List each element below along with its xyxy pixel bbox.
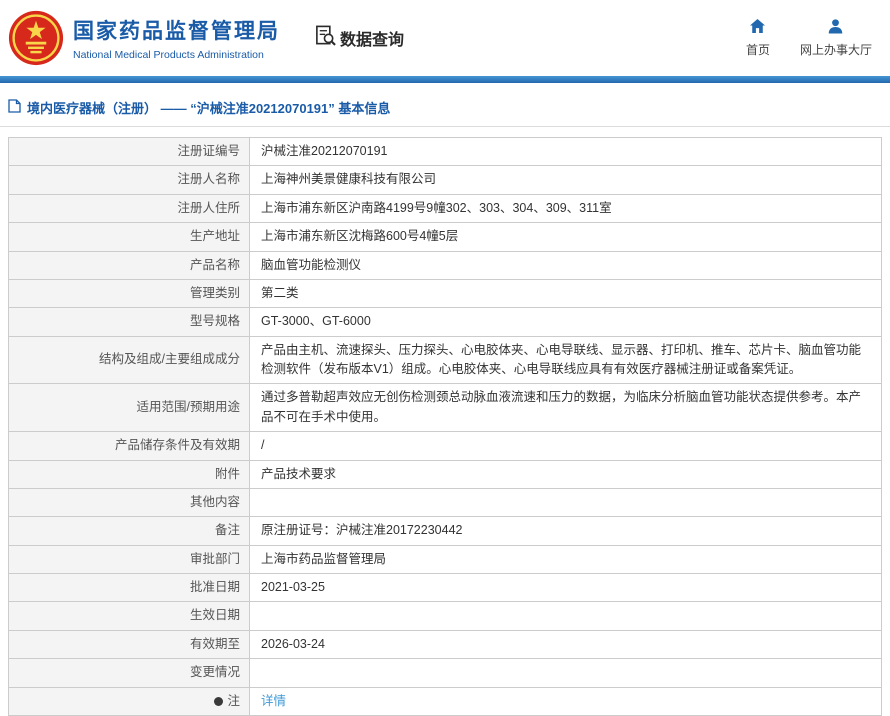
table-row: 注册人名称 上海神州美景健康科技有限公司 <box>8 165 882 195</box>
row-value: / <box>249 431 882 461</box>
table-row: 备注 原注册证号：沪械注准20172230442 <box>8 516 882 546</box>
table-row: 管理类别 第二类 <box>8 278 882 309</box>
breadcrumb-wrap: 境内医疗器械（注册） —— “沪械注准20212070191” 基本信息 <box>0 98 890 127</box>
row-value: 上海市浦东新区沪南路4199号9幢302、303、304、309、311室 <box>249 193 882 224</box>
table-row: 注册证编号 沪械注准20212070191 <box>8 136 882 167</box>
nav-home-label: 首页 <box>745 43 770 57</box>
home-icon <box>749 18 766 37</box>
row-value: 上海市药品监督管理局 <box>249 544 882 575</box>
row-value: 2021-03-25 <box>249 572 882 603</box>
page: 国家药品监督管理局 National Medical Products Admi… <box>0 0 890 716</box>
row-label: 批准日期 <box>8 572 250 603</box>
row-label: 注册证编号 <box>8 136 250 167</box>
row-label: 生效日期 <box>8 601 250 631</box>
header-divider-bar <box>0 76 890 83</box>
row-label: 变更情况 <box>8 658 250 688</box>
row-value: 上海市浦东新区沈梅路600号4幢5层 <box>249 222 882 252</box>
table-row: 产品储存条件及有效期 / <box>8 431 882 461</box>
row-label: 注 <box>8 686 250 716</box>
row-label: 适用范围/预期用途 <box>8 383 250 433</box>
row-label: 产品名称 <box>8 250 250 280</box>
row-value: 产品由主机、流速探头、压力探头、心电胶体夹、心电导联线、显示器、打印机、推车、芯… <box>249 335 882 385</box>
person-icon <box>827 18 844 37</box>
row-value: 第二类 <box>249 278 882 309</box>
table-row: 其他内容 <box>8 487 882 518</box>
row-value: 上海神州美景健康科技有限公司 <box>249 165 882 195</box>
row-value <box>249 601 882 631</box>
info-table-body: 注册证编号 沪械注准20212070191 注册人名称 上海神州美景健康科技有限公司注… <box>8 136 882 716</box>
document-icon <box>8 99 21 116</box>
header-nav: 首页 网上办事大厅 <box>746 18 876 58</box>
row-value: 2026-03-24 <box>249 629 882 660</box>
row-label: 附件 <box>8 459 250 489</box>
row-value: 产品技术要求 <box>249 459 882 489</box>
row-label: 审批部门 <box>8 544 250 575</box>
row-label: 有效期至 <box>8 629 250 660</box>
header: 国家药品监督管理局 National Medical Products Admi… <box>0 0 890 76</box>
table-row: 生产地址 上海市浦东新区沈梅路600号4幢5层 <box>8 222 882 252</box>
org-title-block: 国家药品监督管理局 National Medical Products Admi… <box>73 15 280 61</box>
row-label: 管理类别 <box>8 278 250 309</box>
row-value <box>249 658 882 688</box>
table-row: 产品名称 脑血管功能检测仪 <box>8 250 882 280</box>
org-name-en: National Medical Products Administration <box>73 49 264 61</box>
row-value <box>249 487 882 518</box>
table-row: 型号规格 GT-3000、GT-6000 <box>8 307 882 337</box>
row-value: 脑血管功能检测仪 <box>249 250 882 280</box>
table-row: 适用范围/预期用途 通过多普勒超声效应无创伤检测颈总动脉血液流速和压力的数据，为临… <box>8 383 882 433</box>
org-name-zh: 国家药品监督管理局 <box>73 20 280 43</box>
table-row: 审批部门 上海市药品监督管理局 <box>8 544 882 575</box>
row-value: GT-3000、GT-6000 <box>249 307 882 337</box>
table-row: 附件 产品技术要求 <box>8 459 882 489</box>
row-label: 型号规格 <box>8 307 250 337</box>
breadcrumb-text: 境内医疗器械（注册） —— “沪械注准20212070191” 基本信息 <box>27 101 391 116</box>
row-label: 注册人住所 <box>8 193 250 224</box>
nav-data-query[interactable]: 数据查询 <box>314 24 404 52</box>
data-query-label: 数据查询 <box>340 32 405 49</box>
info-table: 注册证编号 沪械注准20212070191 注册人名称 上海神州美景健康科技有限公司注… <box>8 136 882 716</box>
detail-link[interactable]: 详情 <box>261 694 286 708</box>
nav-home[interactable]: 首页 <box>746 18 770 58</box>
table-row: 批准日期 2021-03-25 <box>8 572 882 603</box>
row-value: 沪械注准20212070191 <box>249 136 882 167</box>
row-value: 详情 <box>249 686 882 716</box>
row-label: 其他内容 <box>8 487 250 518</box>
main-content: 境内医疗器械（注册） —— “沪械注准20212070191” 基本信息 注册证… <box>0 98 890 716</box>
nmpa-emblem-logo <box>8 10 64 66</box>
row-label: 产品储存条件及有效期 <box>8 431 250 461</box>
row-value: 原注册证号：沪械注准20172230442 <box>249 516 882 546</box>
note-icon <box>214 696 224 706</box>
breadcrumb: 境内医疗器械（注册） —— “沪械注准20212070191” 基本信息 <box>8 98 882 117</box>
table-row: 结构及组成/主要组成成分 产品由主机、流速探头、压力探头、心电胶体夹、心电导联线、… <box>8 335 882 385</box>
row-value: 通过多普勒超声效应无创伤检测颈总动脉血液流速和压力的数据，为临床分析脑血管功能状… <box>249 383 882 433</box>
table-row: 有效期至 2026-03-24 <box>8 629 882 660</box>
table-row: 生效日期 <box>8 601 882 631</box>
row-label: 注册人名称 <box>8 165 250 195</box>
nav-online-hall[interactable]: 网上办事大厅 <box>800 18 872 58</box>
row-label: 结构及组成/主要组成成分 <box>8 335 250 385</box>
nav-online-hall-label: 网上办事大厅 <box>799 43 872 57</box>
row-label: 备注 <box>8 516 250 546</box>
table-row: 变更情况 <box>8 658 882 688</box>
table-row: 注册人住所 上海市浦东新区沪南路4199号9幢302、303、304、309、31… <box>8 193 882 224</box>
table-row: 注详情 <box>8 686 882 716</box>
data-query-icon <box>314 24 337 52</box>
row-label: 生产地址 <box>8 222 250 252</box>
